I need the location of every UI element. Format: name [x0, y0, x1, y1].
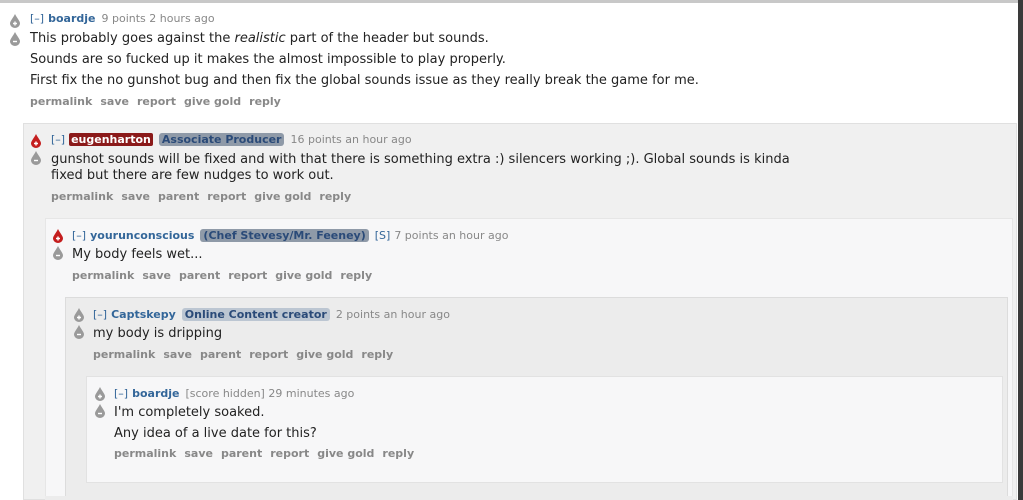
comment-boardje-1: [–] boardje 9 points 2 hours ago This prob…	[0, 3, 1018, 120]
author-link[interactable]: eugenharton	[69, 133, 153, 146]
upvote-drop-icon[interactable]	[94, 387, 106, 401]
timestamp: an hour ago	[383, 308, 450, 321]
parent-link[interactable]: parent	[158, 190, 199, 203]
comment-body: my body is dripping	[93, 326, 223, 341]
nested-container-bottom	[45, 496, 1013, 500]
collapse-toggle[interactable]: [–]	[72, 229, 86, 242]
upvote-drop-icon[interactable]	[73, 308, 85, 322]
comment-body: This probably goes against the realistic…	[30, 28, 699, 91]
collapse-toggle[interactable]: [–]	[93, 308, 107, 321]
save-link[interactable]: save	[184, 447, 213, 460]
comment-body: I'm completely soaked. Any idea of a liv…	[114, 402, 317, 444]
downvote-drop-icon[interactable]	[94, 404, 106, 418]
comment-line: I'm completely soaked.	[114, 405, 265, 420]
collapse-toggle[interactable]: [–]	[51, 133, 65, 146]
permalink-link[interactable]: permalink	[51, 190, 113, 203]
timestamp: an hour ago	[345, 133, 412, 146]
give-gold-link[interactable]: give gold	[296, 348, 353, 361]
timestamp: 2 hours ago	[149, 12, 215, 25]
author-link[interactable]: Captskepy	[111, 308, 176, 321]
comment-line: Any idea of a live date for this?	[114, 426, 317, 441]
permalink-link[interactable]: permalink	[30, 95, 92, 108]
reply-link[interactable]: reply	[340, 269, 372, 282]
permalink-link[interactable]: permalink	[114, 447, 176, 460]
report-link[interactable]: report	[249, 348, 288, 361]
save-link[interactable]: save	[163, 348, 192, 361]
collapse-toggle[interactable]: [–]	[30, 12, 44, 25]
collapse-toggle[interactable]: [–]	[114, 387, 128, 400]
comment-tagline: [–] boardje [score hidden] 29 minutes ago	[114, 387, 354, 400]
report-link[interactable]: report	[207, 190, 246, 203]
parent-link[interactable]: parent	[179, 269, 220, 282]
comment-tagline: [–] eugenharton Associate Producer 16 point…	[51, 133, 412, 146]
give-gold-link[interactable]: give gold	[317, 447, 374, 460]
give-gold-link[interactable]: give gold	[275, 269, 332, 282]
comment-tagline: [–] Captskepy Online Content creator 2 poin…	[93, 308, 450, 321]
user-flair: Online Content creator	[181, 308, 330, 321]
comment-body: gunshot sounds will be fixed and with th…	[51, 152, 790, 183]
upvote-drop-icon[interactable]	[52, 229, 64, 243]
timestamp: 29 minutes ago	[268, 387, 355, 400]
report-link[interactable]: report	[228, 269, 267, 282]
reply-link[interactable]: reply	[249, 95, 281, 108]
comment-actions: permalink save parent report give gold reply	[51, 190, 359, 203]
permalink-link[interactable]: permalink	[93, 348, 155, 361]
comment-boardje-2: [–] boardje [score hidden] 29 minutes ago …	[86, 376, 1003, 483]
downvote-drop-icon[interactable]	[9, 32, 21, 46]
reply-link[interactable]: reply	[361, 348, 393, 361]
comment-line: This probably goes against the realistic…	[30, 31, 489, 46]
save-link[interactable]: save	[142, 269, 171, 282]
score: 2 points	[335, 308, 381, 321]
give-gold-link[interactable]: give gold	[184, 95, 241, 108]
save-link[interactable]: save	[100, 95, 129, 108]
reply-link[interactable]: reply	[382, 447, 414, 460]
comment-actions: permalink save parent report give gold reply	[93, 348, 401, 361]
reply-link[interactable]: reply	[319, 190, 351, 203]
score: [score hidden]	[185, 387, 265, 400]
author-link[interactable]: boardje	[48, 12, 95, 25]
score: 9 points	[101, 12, 146, 25]
comment-line: Sounds are so fucked up it makes the alm…	[30, 52, 506, 67]
parent-link[interactable]: parent	[200, 348, 241, 361]
window-edge	[1018, 0, 1023, 500]
downvote-drop-icon[interactable]	[30, 151, 42, 165]
downvote-drop-icon[interactable]	[73, 325, 85, 339]
downvote-drop-icon[interactable]	[52, 246, 64, 260]
parent-link[interactable]: parent	[221, 447, 262, 460]
permalink-link[interactable]: permalink	[72, 269, 134, 282]
comment-line: First fix the no gunshot bug and then fi…	[30, 73, 699, 88]
upvote-drop-icon[interactable]	[9, 14, 21, 28]
score: 7 points	[394, 229, 439, 242]
report-link[interactable]: report	[137, 95, 176, 108]
author-link[interactable]: boardje	[132, 387, 179, 400]
submitter-badge[interactable]: [S]	[375, 229, 391, 242]
report-link[interactable]: report	[270, 447, 309, 460]
comment-actions: permalink save report give gold reply	[30, 95, 289, 108]
comment-actions: permalink save parent report give gold reply	[114, 447, 422, 460]
timestamp: an hour ago	[442, 229, 509, 242]
give-gold-link[interactable]: give gold	[254, 190, 311, 203]
score: 16 points	[290, 133, 342, 146]
user-flair: (Chef Stevesy/Mr. Feeney)	[200, 229, 369, 242]
save-link[interactable]: save	[121, 190, 150, 203]
comment-body: My body feels wet...	[72, 247, 203, 262]
author-link[interactable]: yourunconscious	[90, 229, 194, 242]
upvote-drop-icon[interactable]	[30, 134, 42, 148]
comment-tagline: [–] boardje 9 points 2 hours ago	[30, 12, 215, 25]
comment-actions: permalink save parent report give gold reply	[72, 269, 380, 282]
user-flair: Associate Producer	[158, 133, 285, 146]
comment-tagline: [–] yourunconscious (Chef Stevesy/Mr. Feen…	[72, 229, 508, 242]
